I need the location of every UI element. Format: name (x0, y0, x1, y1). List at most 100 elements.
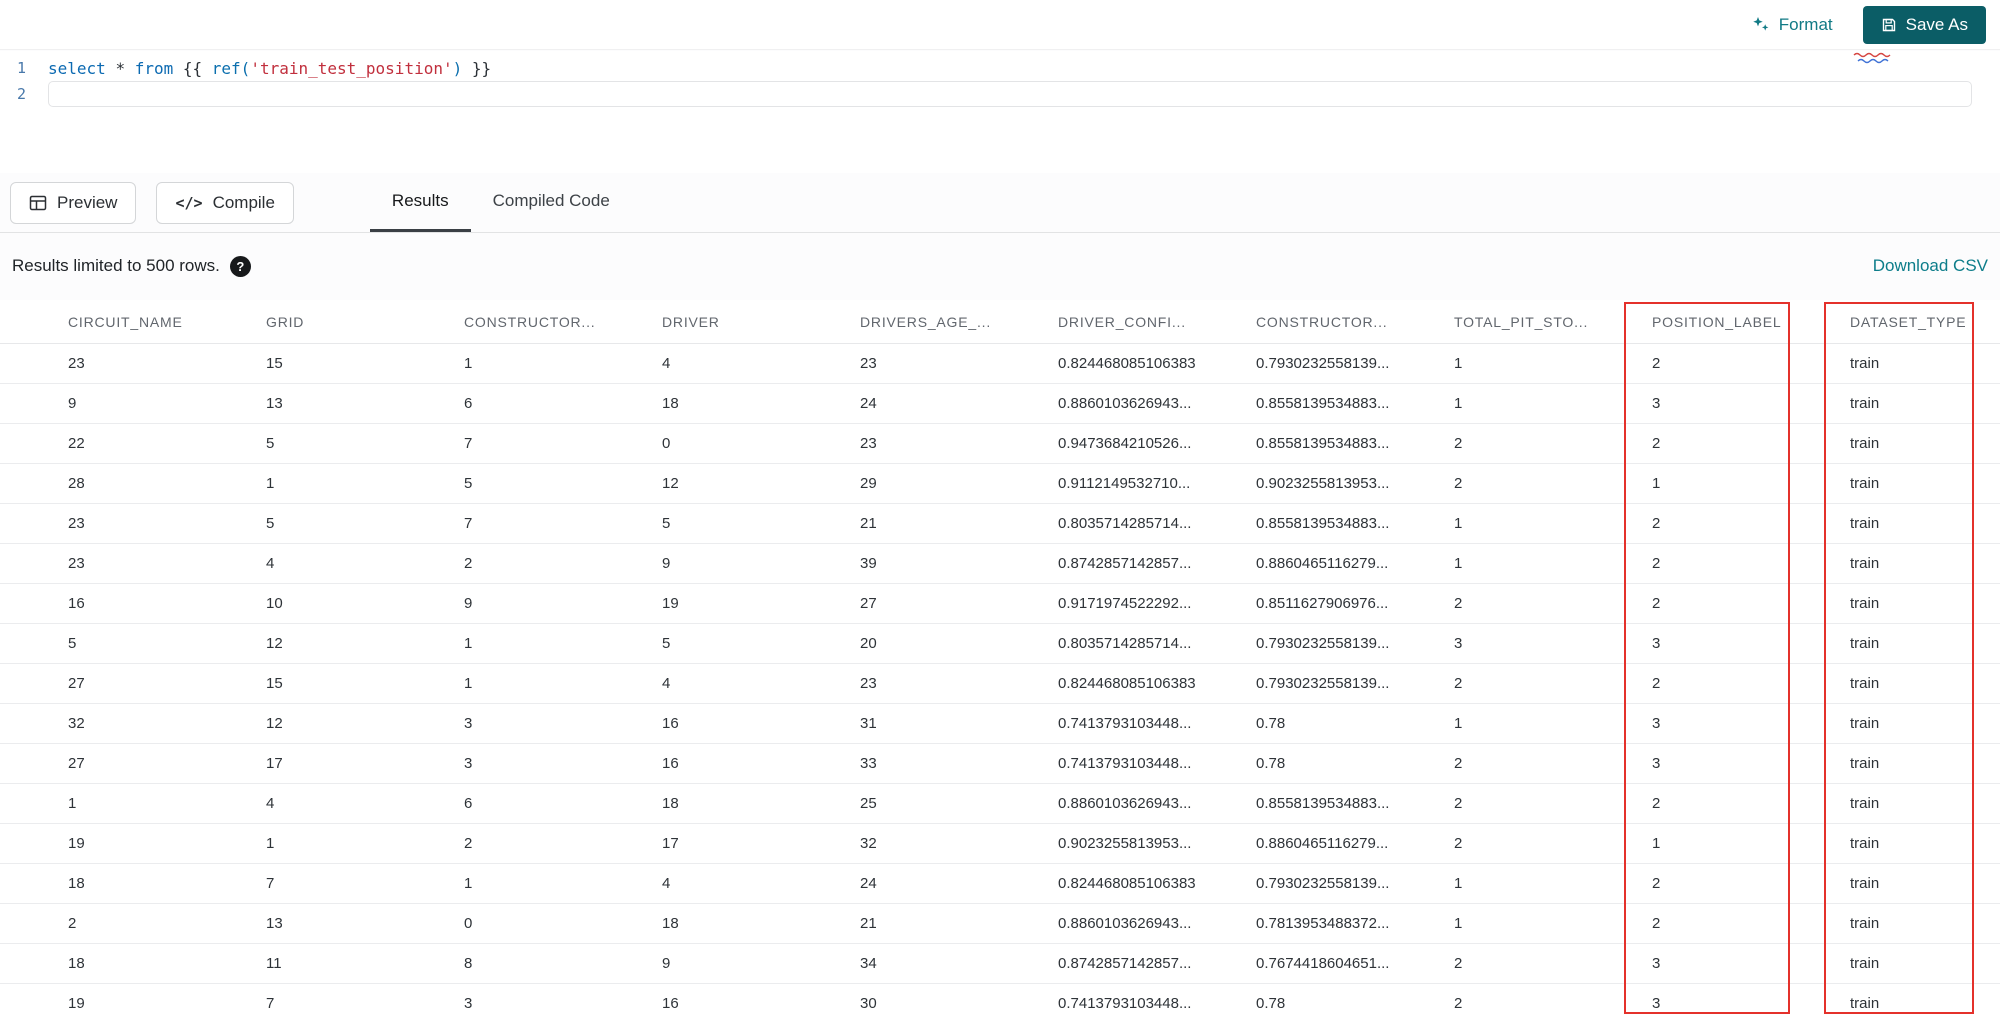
table-cell: 9 (662, 555, 671, 572)
column-header: CIRCUIT_NAME (68, 313, 183, 330)
table-cell: 1 (464, 355, 473, 372)
table-cell: 0.8860103626943... (1058, 795, 1192, 812)
table-cell: 11 (266, 955, 282, 972)
sql-editor[interactable]: 1 select * from {{ ref('train_test_posit… (0, 51, 2000, 173)
table-cell: train (1850, 555, 1880, 572)
column-header: POSITION_LABEL (1652, 313, 1782, 330)
tab-compiled-code[interactable]: Compiled Code (471, 173, 632, 232)
table-cell: 2 (1652, 795, 1661, 812)
column-header: TOTAL_PIT_STO... (1454, 313, 1589, 330)
table-cell: 1 (1454, 555, 1463, 572)
download-csv-link[interactable]: Download CSV (1873, 256, 1988, 276)
table-cell: 0.8860103626943... (1058, 915, 1192, 932)
compile-button[interactable]: </> Compile (156, 181, 294, 224)
table-cell: 3 (464, 995, 473, 1012)
code-token-jinja: }} (462, 58, 492, 78)
column-header: DRIVER (662, 313, 720, 330)
table-cell: 16 (662, 995, 679, 1012)
table-cell: 7 (464, 515, 473, 532)
table-cell: train (1850, 515, 1880, 532)
code-token-keyword: from (134, 58, 174, 78)
table-cell: train (1850, 755, 1880, 772)
table-cell: 6 (464, 795, 473, 812)
table-cell: 0.7413793103448... (1058, 715, 1192, 732)
column-header: DATASET_TYPE (1850, 313, 1967, 330)
table-cell: 0.8860103626943... (1058, 395, 1192, 412)
table-cell: 0.8035714285714... (1058, 635, 1192, 652)
table-cell: 0.9023255813953... (1058, 835, 1192, 852)
table-cell: 7 (266, 875, 275, 892)
table-cell: 4 (266, 795, 275, 812)
table-cell: 1 (1454, 355, 1463, 372)
results-bar: Results limited to 500 rows. ? Download … (0, 234, 2000, 298)
table-cell: 21 (860, 915, 877, 932)
table-cell: train (1850, 675, 1880, 692)
table-cell: 3 (464, 755, 473, 772)
code-icon: </> (175, 193, 203, 212)
table-cell: 1 (266, 835, 275, 852)
table-cell: 2 (1652, 675, 1661, 692)
table-cell: 4 (662, 355, 671, 372)
table-cell: 0.8511627906976... (1256, 595, 1389, 612)
table-cell: train (1850, 955, 1880, 972)
table-cell: 25 (860, 795, 877, 812)
table-cell: 7 (464, 435, 473, 452)
app-root: Format Save As 1 select * from {{ ref('t… (0, 0, 2000, 1020)
results-limit-text: Results limited to 500 rows. (12, 256, 220, 275)
active-line-box[interactable] (48, 81, 1972, 107)
code-line: 2 (0, 81, 2000, 107)
column-header: GRID (266, 313, 305, 330)
code-token-jinja: {{ (173, 58, 212, 78)
table-cell: 9 (464, 595, 473, 612)
controls-row: Preview </> Compile Results Compiled Cod… (0, 173, 2000, 233)
table-cell: train (1850, 355, 1880, 372)
code-token-keyword: select (48, 58, 106, 78)
table-cell: 0.8558139534883... (1256, 395, 1390, 412)
table-cell: 2 (1652, 355, 1661, 372)
save-as-label: Save As (1905, 14, 1968, 34)
table-cell: 1 (464, 675, 473, 692)
table-cell: 0.8035714285714... (1058, 515, 1192, 532)
table-cell: 2 (1454, 595, 1463, 612)
table-cell: 0.9023255813953... (1256, 475, 1390, 492)
table-cell: 0.7930232558139... (1256, 355, 1390, 372)
table-cell: 2 (1454, 755, 1463, 772)
table-cell: 1 (1454, 395, 1463, 412)
table-cell: 39 (860, 555, 877, 572)
table-cell: 23 (860, 435, 877, 452)
table-row: 19 1 2 17 32 0.9023255813953... 0.886046511627… (0, 824, 2000, 864)
code-token-operator (125, 59, 135, 78)
table-row: 27 17 3 16 33 0.7413793103448... 0.78 2 3 train (0, 744, 2000, 784)
save-as-button[interactable]: Save As (1862, 5, 1986, 44)
table-cell: 13 (266, 395, 283, 412)
table-row: 9 13 6 18 24 0.8860103626943... 0.855813953488… (0, 384, 2000, 424)
table-cell: 34 (860, 955, 877, 972)
table-cell: train (1850, 715, 1880, 732)
preview-button[interactable]: Preview (10, 181, 137, 224)
table-cell: 30 (860, 995, 877, 1012)
table-cell: 2 (1454, 475, 1463, 492)
help-icon[interactable]: ? (229, 255, 251, 277)
table-cell: 0.8558139534883... (1256, 435, 1390, 452)
table-cell: 12 (266, 715, 283, 732)
table-cell: 0.7930232558139... (1256, 635, 1390, 652)
table-cell: 0.8742857142857... (1058, 955, 1192, 972)
table-cell: 2 (1454, 795, 1463, 812)
table-cell: 5 (464, 475, 473, 492)
format-button[interactable]: Format (1751, 15, 1833, 35)
table-row: 18 7 1 4 24 0.824468085106383 0.7930232558139.… (0, 864, 2000, 904)
table-cell: 0.7413793103448... (1058, 995, 1192, 1012)
code-line: 1 select * from {{ ref('train_test_posit… (0, 55, 2000, 81)
table-cell: 19 (662, 595, 679, 612)
table-cell: 5 (266, 515, 275, 532)
table-cell: 1 (266, 475, 275, 492)
table-cell: 6 (464, 395, 473, 412)
table-cell: 0.7813953488372... (1256, 915, 1390, 932)
code-line-content: select * from {{ ref('train_test_positio… (48, 59, 491, 78)
table-cell: 1 (1454, 715, 1463, 732)
table-cell: 2 (1454, 995, 1463, 1012)
table-cell: train (1850, 875, 1880, 892)
tab-results[interactable]: Results (369, 173, 471, 232)
table-cell: 4 (266, 555, 275, 572)
table-cell: 27 (68, 755, 85, 772)
